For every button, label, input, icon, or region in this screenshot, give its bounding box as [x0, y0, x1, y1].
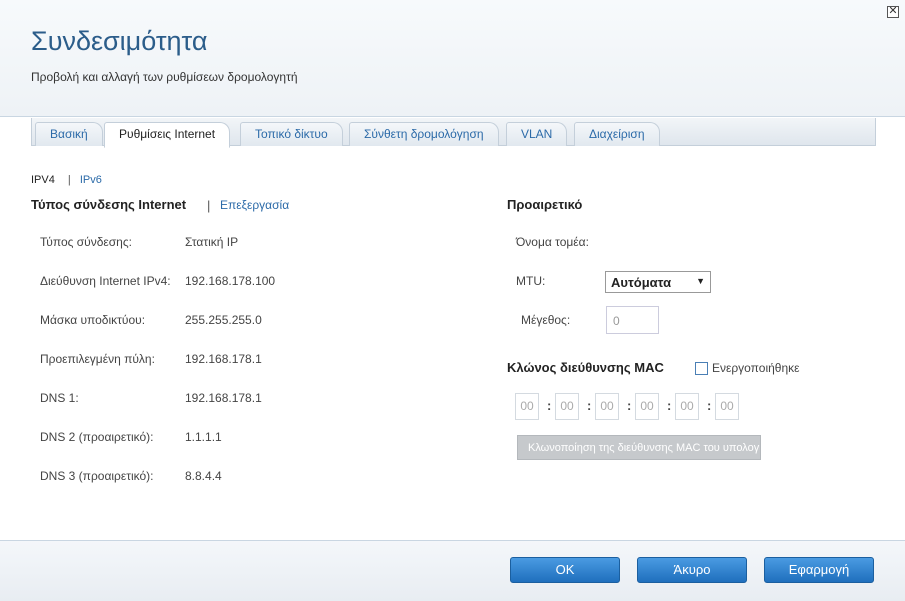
clone-mac-button[interactable]: Κλωνοποίηση της διεύθυνσης MAC του υπολο… — [517, 435, 761, 460]
dialog-header: Συνδεσιμότητα Προβολή και αλλαγή των ρυθ… — [0, 0, 905, 117]
dns1-label: DNS 1: — [40, 391, 79, 405]
mac-colon: : — [707, 398, 712, 413]
mac-octet-3[interactable]: 00 — [595, 393, 619, 420]
mtu-select[interactable]: Αυτόματα ▼ — [605, 271, 711, 293]
dns3-value: 8.8.4.4 — [185, 469, 222, 483]
mtu-select-value: Αυτόματα — [611, 275, 672, 290]
mac-octet-2[interactable]: 00 — [555, 393, 579, 420]
default-gateway-value: 192.168.178.1 — [185, 352, 262, 366]
connection-type-title: Τύπος σύνδεσης Internet — [31, 197, 187, 212]
mac-colon: : — [587, 398, 592, 413]
tab-bar: Βασική Ρυθμίσεις Internet Τοπικό δίκτυο … — [31, 118, 876, 148]
edit-link[interactable]: Επεξεργασία — [220, 198, 289, 212]
close-icon[interactable]: ✕ — [887, 6, 899, 18]
dns2-value: 1.1.1.1 — [185, 430, 222, 444]
ipv4-address-label: Διεύθυνση Internet IPv4: — [40, 274, 171, 288]
mac-clone-enabled-label: Ενεργοποιήθηκε — [712, 361, 800, 375]
ok-button[interactable]: OK — [510, 557, 620, 583]
subnet-mask-value: 255.255.255.0 — [185, 313, 262, 327]
tab-internet-settings[interactable]: Ρυθμίσεις Internet — [104, 122, 231, 148]
domain-name-label: Όνομα τομέα: — [516, 235, 589, 249]
dns2-label: DNS 2 (προαιρετικό): — [40, 430, 154, 444]
connection-type-value: Στατική IP — [185, 235, 239, 249]
ip-version-tabs: IPV4 | IPv6 — [31, 174, 102, 186]
ipv4-address-value: 192.168.178.100 — [185, 274, 276, 288]
tab-basic[interactable]: Βασική — [35, 122, 103, 146]
mac-octet-6[interactable]: 00 — [715, 393, 739, 420]
mac-colon: : — [547, 398, 552, 413]
mac-octet-5[interactable]: 00 — [675, 393, 699, 420]
edit-separator: | — [207, 198, 211, 213]
apply-button[interactable]: Εφαρμογή — [764, 557, 874, 583]
mac-colon: : — [627, 398, 632, 413]
tab-vlan[interactable]: VLAN — [506, 122, 568, 146]
dns1-value: 192.168.178.1 — [185, 391, 262, 405]
connection-type-label: Τύπος σύνδεσης: — [40, 235, 132, 249]
tab-advanced-routing[interactable]: Σύνθετη δρομολόγηση — [349, 122, 499, 146]
page-subtitle: Προβολή και αλλαγή των ρυθμίσεων δρομολο… — [31, 70, 298, 84]
mtu-label: MTU: — [516, 274, 546, 288]
subtab-ipv4[interactable]: IPV4 — [31, 174, 55, 186]
subnet-mask-label: Μάσκα υποδικτύου: — [40, 313, 146, 327]
mac-colon: : — [667, 398, 672, 413]
tab-local-network[interactable]: Τοπικό δίκτυο — [240, 122, 343, 146]
subtab-ipv6[interactable]: IPv6 — [80, 174, 102, 186]
optional-title: Προαιρετικό — [507, 197, 583, 212]
mac-clone-enabled-checkbox[interactable] — [695, 362, 708, 375]
dns3-label: DNS 3 (προαιρετικό): — [40, 469, 154, 483]
chevron-down-icon: ▼ — [696, 276, 705, 286]
mac-clone-title: Κλώνος διεύθυνσης MAC — [507, 360, 664, 375]
subtab-separator: | — [67, 174, 71, 186]
mac-octet-4[interactable]: 00 — [635, 393, 659, 420]
mtu-size-label: Μέγεθος: — [521, 313, 571, 327]
default-gateway-label: Προεπιλεγμένη πύλη: — [40, 352, 155, 366]
page-title: Συνδεσιμότητα — [31, 26, 208, 56]
cancel-button[interactable]: Άκυρο — [637, 557, 747, 583]
mtu-size-input[interactable]: 0 — [606, 306, 659, 334]
tab-administration[interactable]: Διαχείριση — [574, 122, 660, 146]
mac-octet-1[interactable]: 00 — [515, 393, 539, 420]
